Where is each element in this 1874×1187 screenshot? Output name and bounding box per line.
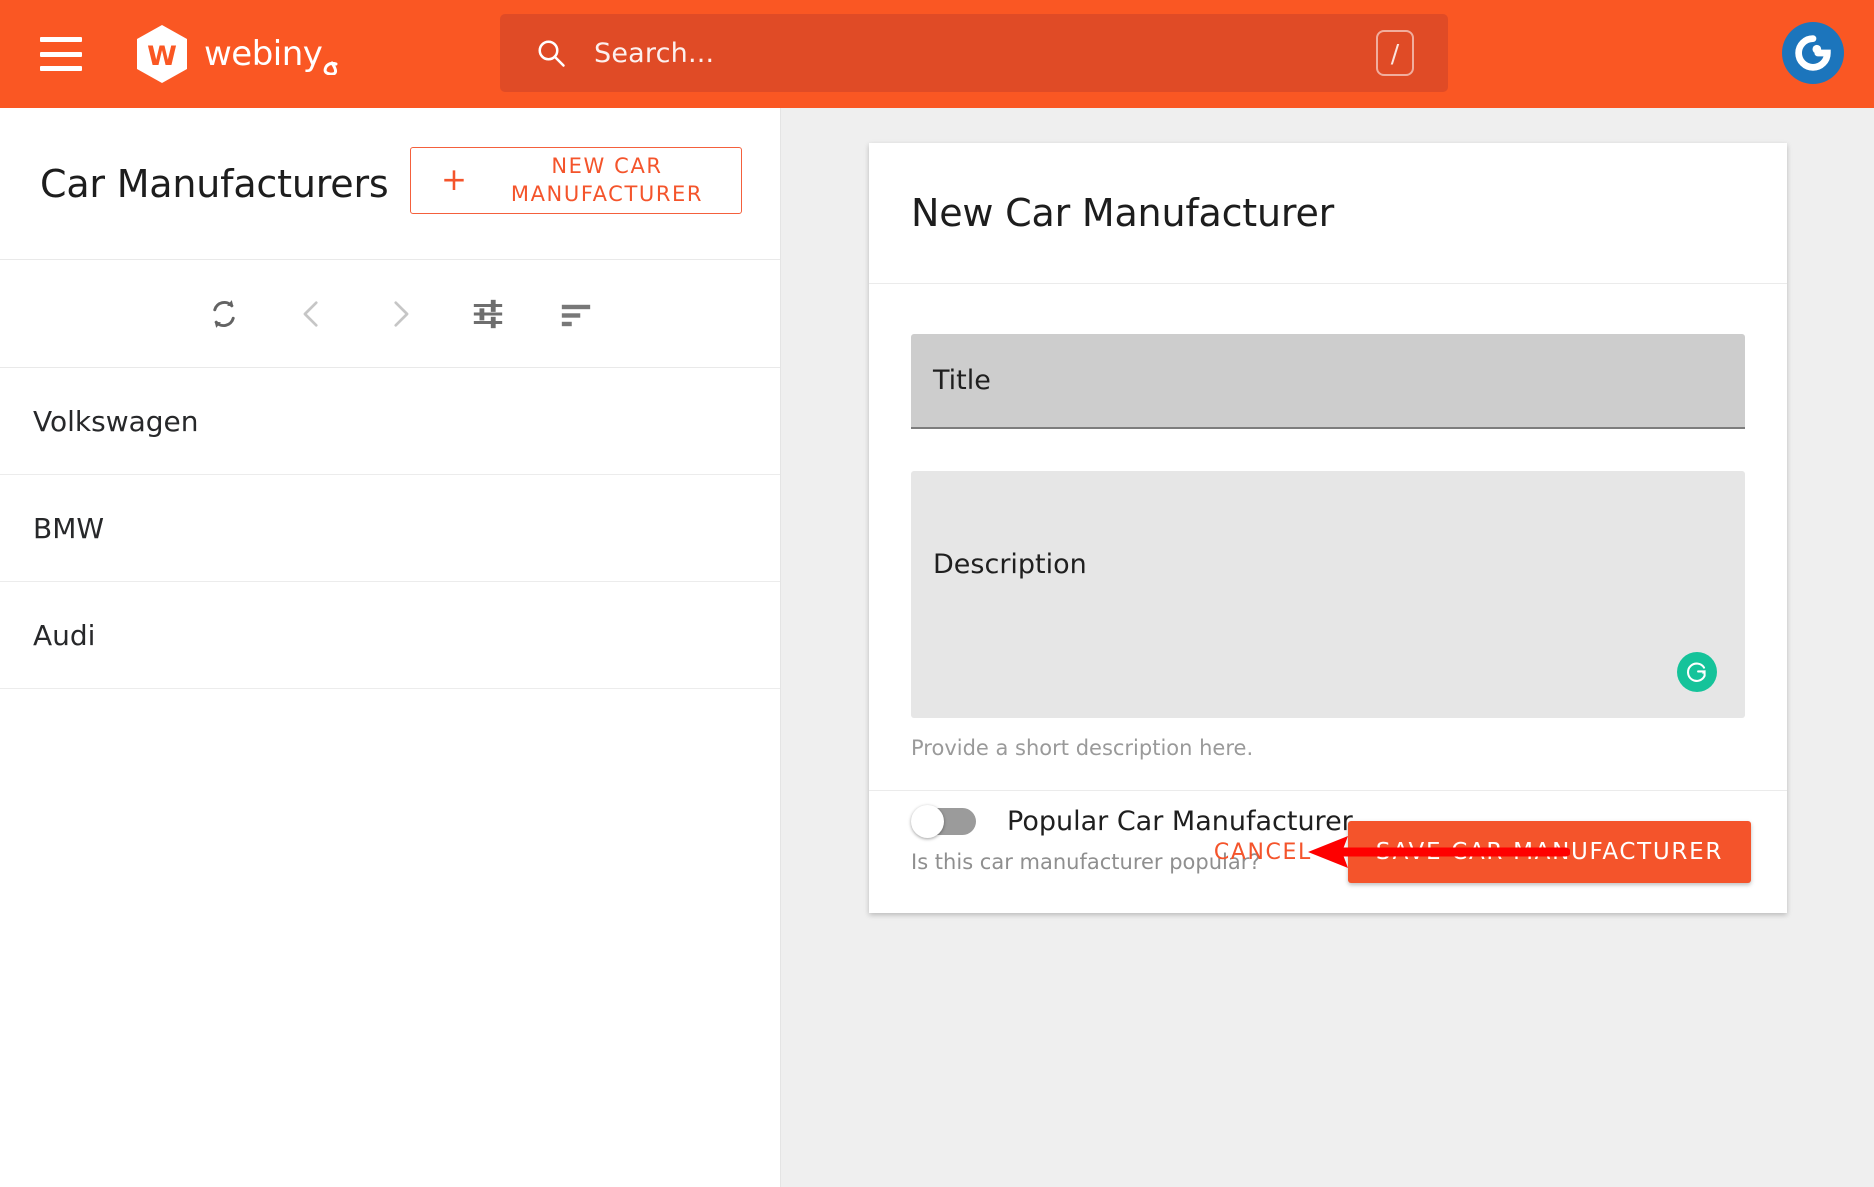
filter-settings-icon[interactable] <box>470 296 506 332</box>
top-app-bar: W webiny / <box>0 0 1874 108</box>
list-item-label: Volkswagen <box>33 405 199 438</box>
search-input[interactable] <box>594 38 1376 69</box>
gravatar-icon <box>1790 30 1836 76</box>
save-car-manufacturer-button[interactable]: SAVE CAR MANUFACTURER <box>1348 821 1751 883</box>
hamburger-bar <box>40 37 82 42</box>
svg-text:webiny: webiny <box>204 34 323 74</box>
new-car-manufacturer-label: NEW CAR MANUFACTURER <box>489 153 725 208</box>
title-field-label: Title <box>933 365 991 396</box>
list-item-label: Audi <box>33 619 95 652</box>
page-title: Car Manufacturers <box>40 162 389 206</box>
webiny-hex-mark-icon: W <box>134 24 190 84</box>
grammarly-g-glyph <box>1684 659 1710 685</box>
description-field-label: Description <box>933 549 1087 580</box>
list-toolbar <box>0 260 780 368</box>
cancel-button[interactable]: CANCEL <box>1192 824 1334 881</box>
plus-icon: + <box>441 165 467 196</box>
hamburger-bar <box>40 66 82 71</box>
list-item-label: BMW <box>33 512 104 545</box>
search-icon <box>536 38 566 68</box>
list-item[interactable]: Volkswagen <box>0 368 780 475</box>
sidebar-header: Car Manufacturers + NEW CAR MANUFACTURER <box>0 108 780 260</box>
new-car-manufacturer-form-panel: New Car Manufacturer Title Description P… <box>869 143 1787 913</box>
user-avatar[interactable] <box>1782 22 1844 84</box>
hamburger-bar <box>40 52 82 57</box>
form-body: Title Description Provide a short descri… <box>869 284 1787 874</box>
form-footer: CANCEL SAVE CAR MANUFACTURER <box>869 790 1787 913</box>
search-shortcut-key: / <box>1376 30 1414 76</box>
form-header: New Car Manufacturer <box>869 143 1787 284</box>
chevron-left-icon[interactable] <box>294 296 330 332</box>
sort-icon[interactable] <box>558 296 594 332</box>
main-content-area: New Car Manufacturer Title Description P… <box>781 108 1874 1187</box>
form-title: New Car Manufacturer <box>911 191 1334 235</box>
grammarly-icon[interactable] <box>1677 652 1717 692</box>
webiny-wordmark-icon: webiny <box>204 33 364 75</box>
title-field[interactable]: Title <box>911 334 1745 429</box>
list-item[interactable]: BMW <box>0 475 780 582</box>
list-item[interactable]: Audi <box>0 582 780 689</box>
new-car-manufacturer-button[interactable]: + NEW CAR MANUFACTURER <box>410 147 742 214</box>
refresh-icon[interactable] <box>206 296 242 332</box>
webiny-logo[interactable]: W webiny <box>134 24 364 84</box>
svg-text:W: W <box>147 41 177 72</box>
car-manufacturers-sidebar: Car Manufacturers + NEW CAR MANUFACTURER <box>0 108 781 1187</box>
description-field[interactable]: Description <box>911 471 1745 718</box>
global-search-box[interactable]: / <box>500 14 1448 92</box>
hamburger-menu-icon[interactable] <box>40 37 82 71</box>
chevron-right-icon[interactable] <box>382 296 418 332</box>
description-help-text: Provide a short description here. <box>911 736 1745 760</box>
